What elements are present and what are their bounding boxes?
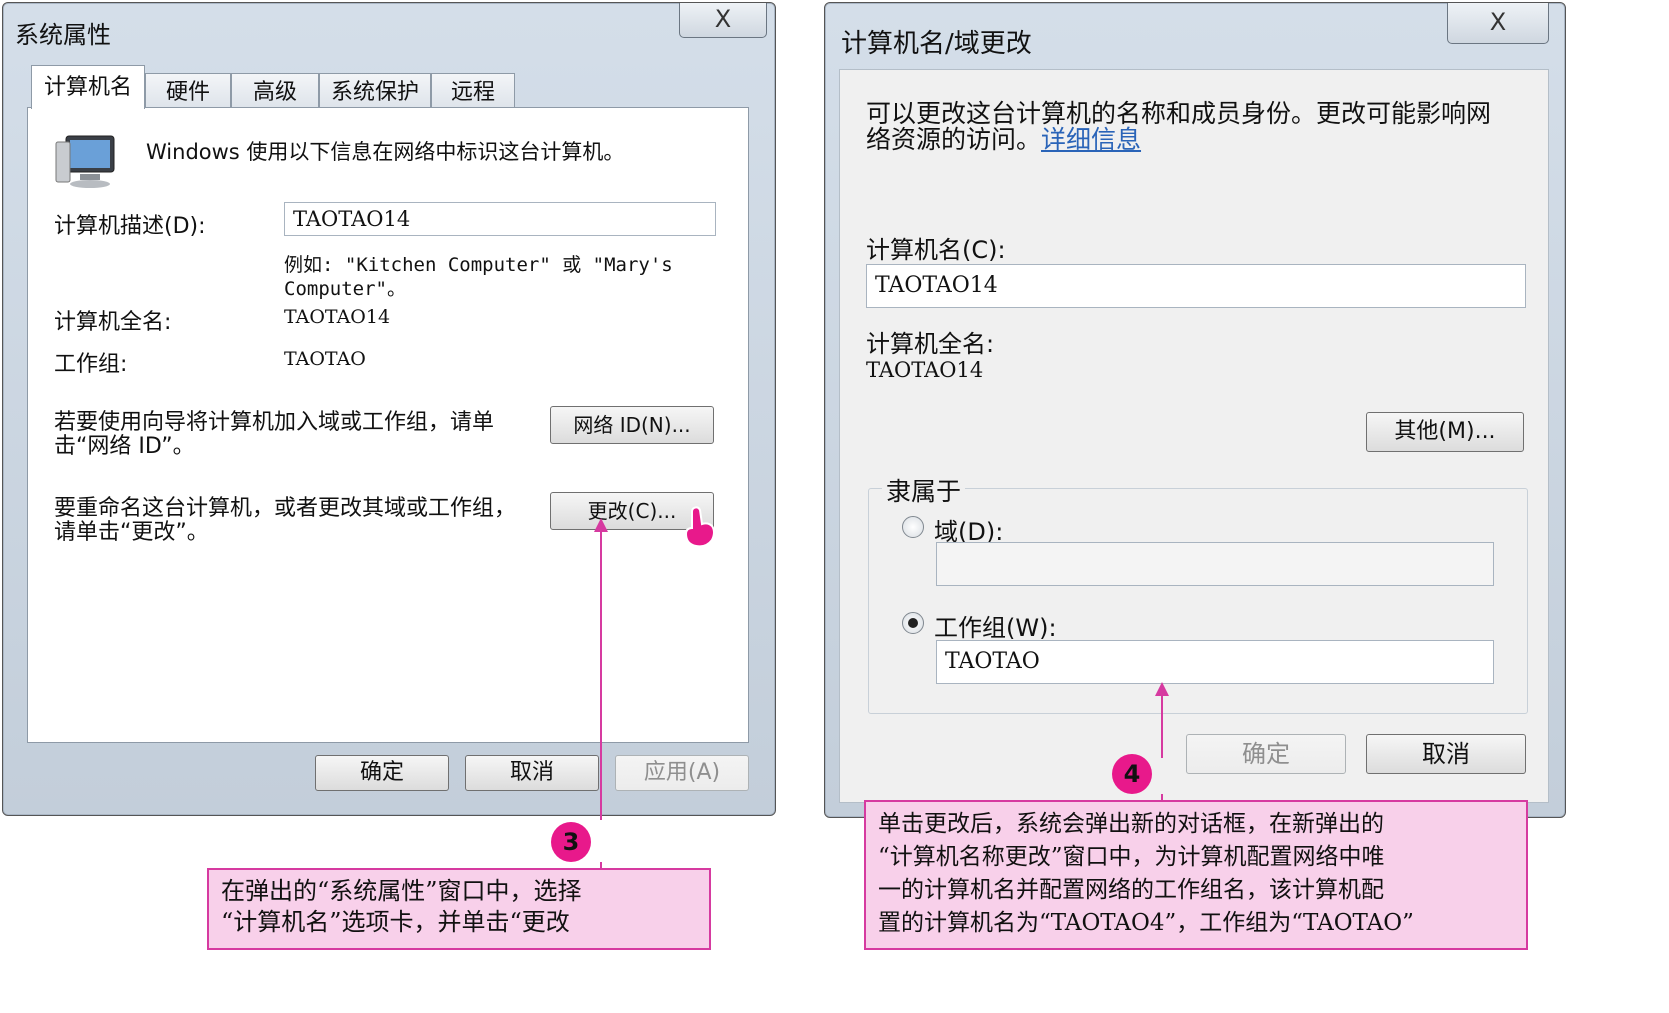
description-input[interactable]: TAOTAO14 (284, 202, 716, 236)
tab-hardware[interactable]: 硬件 (145, 73, 231, 109)
computer-name-change-dialog: 计算机名/域更改 X 可以更改这台计算机的名称和成员身份。更改可能影响网 络资源… (824, 2, 1566, 818)
tab-remote[interactable]: 远程 (431, 73, 515, 109)
workgroup-value: TAOTAO (945, 649, 1040, 674)
intro-text: Windows 使用以下信息在网络中标识这台计算机。 (146, 140, 625, 164)
workgroup-radio[interactable] (902, 612, 924, 634)
network-id-text-line2: 击“网络 ID”。 (54, 434, 195, 459)
domain-radio[interactable] (902, 516, 924, 538)
details-link[interactable]: 详细信息 (1041, 125, 1141, 154)
workgroup-value: TAOTAO (284, 348, 366, 370)
cancel-button[interactable]: 取消 (1366, 734, 1526, 774)
tab-computer-name[interactable]: 计算机名 (31, 65, 145, 109)
domain-input[interactable] (936, 542, 1494, 586)
workgroup-radio-selected-dot (908, 618, 918, 628)
network-id-button[interactable]: 网络 ID(N)... (550, 406, 714, 444)
fullname-label: 计算机全名: (54, 310, 172, 335)
step4-callout-line1: 单击更改后，系统会弹出新的对话框，在新弹出的 (878, 811, 1384, 837)
workgroup-label: 工作组: (54, 352, 128, 377)
step3-badge: 3 (551, 822, 591, 862)
step4-pointer-line (1161, 694, 1163, 758)
workgroup-label: 工作组(W): (934, 614, 1057, 642)
ok-button[interactable]: 确定 (315, 755, 449, 791)
content-panel: 可以更改这台计算机的名称和成员身份。更改可能影响网 络资源的访问。详细信息 计算… (839, 69, 1549, 803)
step3-callout: 在弹出的“系统属性”窗口中，选择 “计算机名”选项卡，并单击“更改 (207, 868, 711, 950)
tab-system-protection[interactable]: 系统保护 (319, 73, 431, 109)
step3-pointer-line (600, 530, 602, 820)
rename-text-line2: 请单击“更改”。 (54, 520, 209, 545)
tab-advanced[interactable]: 高级 (231, 73, 319, 109)
computer-name-value: TAOTAO14 (875, 273, 998, 298)
system-properties-dialog: 系统属性 X 计算机名 硬件 高级 系统保护 远程 Windows 使用以下信息… (2, 2, 776, 816)
workgroup-input[interactable]: TAOTAO (936, 640, 1494, 684)
description-value: TAOTAO14 (293, 207, 411, 231)
fullname-label: 计算机全名: (866, 330, 995, 358)
example-text-line2: Computer"。 (284, 278, 406, 300)
dialog-title: 系统属性 (15, 21, 111, 49)
intro-text-line2-text: 络资源的访问。 (866, 125, 1042, 154)
hand-cursor-icon (684, 506, 715, 548)
fullname-value: TAOTAO14 (866, 358, 984, 382)
description-label: 计算机描述(D): (54, 214, 206, 239)
example-text-line1: 例如: "Kitchen Computer" 或 "Mary's (284, 254, 673, 276)
tab-panel: Windows 使用以下信息在网络中标识这台计算机。 计算机描述(D): TAO… (27, 107, 749, 743)
intro-text-line2: 络资源的访问。详细信息 (866, 120, 1141, 156)
computer-name-input[interactable]: TAOTAO14 (866, 264, 1526, 308)
fullname-value: TAOTAO14 (284, 306, 391, 328)
ok-button[interactable]: 确定 (1186, 734, 1346, 774)
step3-callout-line1: 在弹出的“系统属性”窗口中，选择 (221, 877, 582, 905)
step4-callout-line4: 置的计算机名为“TAOTAO4”，工作组为“TAOTAO” (878, 910, 1414, 936)
apply-button[interactable]: 应用(A) (615, 755, 749, 791)
close-button[interactable]: X (1447, 3, 1549, 44)
computer-icon (55, 135, 115, 188)
close-button[interactable]: X (679, 3, 767, 38)
computer-name-label: 计算机名(C): (866, 236, 1006, 264)
cancel-button[interactable]: 取消 (465, 755, 599, 791)
step4-arrowhead (1155, 682, 1169, 696)
other-button[interactable]: 其他(M)... (1366, 412, 1524, 452)
member-of-label: 隶属于 (882, 472, 966, 508)
step4-callout: 单击更改后，系统会弹出新的对话框，在新弹出的 “计算机名称更改”窗口中，为计算机… (864, 800, 1528, 950)
dialog-title: 计算机名/域更改 (841, 29, 1032, 59)
step3-callout-line2: “计算机名”选项卡，并单击“更改 (221, 908, 570, 936)
step4-callout-line3: 一的计算机名并配置网络的工作组名，该计算机配 (878, 877, 1384, 903)
step4-badge: 4 (1112, 754, 1152, 794)
step3-arrowhead (594, 518, 608, 532)
step4-callout-line2: “计算机名称更改”窗口中，为计算机配置网络中唯 (878, 844, 1385, 870)
